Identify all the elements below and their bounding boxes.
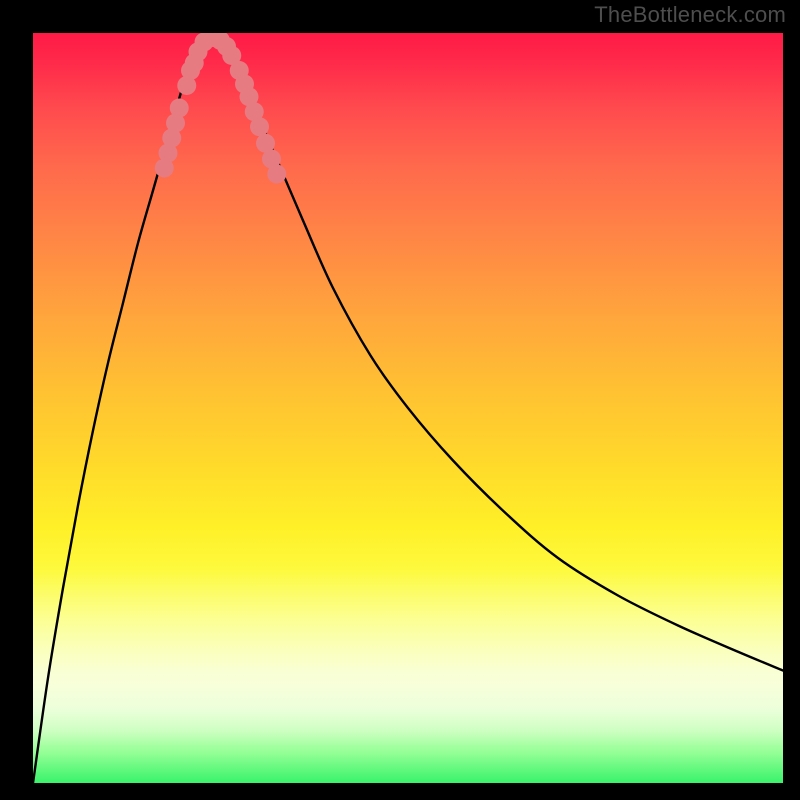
- plot-area: [33, 33, 783, 783]
- marker-dot: [250, 117, 269, 136]
- watermark-text: TheBottleneck.com: [594, 2, 786, 28]
- curve-svg: [33, 33, 783, 783]
- marker-dot: [170, 99, 189, 118]
- valley-curve: [33, 37, 783, 783]
- chart-frame: TheBottleneck.com: [0, 0, 800, 800]
- marker-cluster: [155, 33, 287, 184]
- marker-dot: [267, 165, 286, 184]
